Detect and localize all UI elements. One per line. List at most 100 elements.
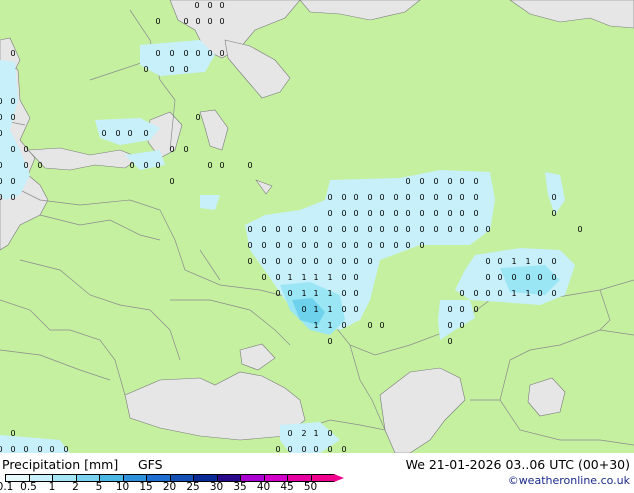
precip-marker: 0 [327, 193, 332, 202]
precip-marker: 0 [419, 209, 424, 218]
precip-marker: 0 [143, 161, 148, 170]
precip-marker: 0 [353, 241, 358, 250]
legend-label: 45 [280, 481, 294, 493]
precip-marker: 0 [275, 225, 280, 234]
precipitation-map: 0000000000000000000000000000000000000000… [0, 0, 634, 453]
precip-marker: 0 [353, 225, 358, 234]
precip-marker: 0 [459, 209, 464, 218]
precip-marker: 0 [379, 209, 384, 218]
precip-marker: 0 [169, 65, 174, 74]
precip-marker: 0 [459, 225, 464, 234]
precip-marker: 0 [551, 193, 556, 202]
precip-marker: 0 [367, 321, 372, 330]
precip-marker: 0 [195, 49, 200, 58]
precip-marker: 0 [10, 177, 15, 186]
legend-label: 2 [72, 481, 79, 493]
precip-marker: 0 [353, 209, 358, 218]
precip-marker: 0 [155, 161, 160, 170]
precip-marker: 0 [353, 289, 358, 298]
precip-marker: 0 [183, 65, 188, 74]
precip-marker: 1 [525, 289, 530, 298]
precip-marker: 0 [10, 193, 15, 202]
precip-marker: 0 [459, 321, 464, 330]
precip-marker: 0 [393, 209, 398, 218]
precip-marker: 0 [473, 289, 478, 298]
precip-marker: 0 [287, 225, 292, 234]
precip-marker: 0 [287, 445, 292, 453]
precip-marker: 0 [219, 49, 224, 58]
precip-marker: 0 [405, 209, 410, 218]
precip-marker: 0 [341, 289, 346, 298]
precip-marker: 0 [433, 225, 438, 234]
precip-marker: 0 [537, 257, 542, 266]
precip-marker: 0 [367, 209, 372, 218]
precip-marker: 1 [511, 257, 516, 266]
precip-marker: 0 [327, 225, 332, 234]
legend-overflow-arrow [334, 474, 344, 482]
credit-link[interactable]: ©weatheronline.co.uk [508, 474, 630, 488]
precip-marker: 0 [0, 445, 3, 453]
precip-marker: 0 [301, 225, 306, 234]
map-canvas: 0 0 00 0 0 0 00 0 0 0 0 0 00 0 000 00 0 0 00 0 0 00 0 0 0 0 0 0 00 0 0… [0, 0, 634, 453]
precip-marker: 0 [485, 273, 490, 282]
precip-marker: 0 [10, 145, 15, 154]
precip-marker: 0 [353, 305, 358, 314]
precip-marker: 0 [341, 193, 346, 202]
precip-marker: 0 [379, 321, 384, 330]
precip-marker: 0 [537, 289, 542, 298]
precip-marker: 0 [353, 193, 358, 202]
legend-label: 25 [186, 481, 200, 493]
precip-marker: 0 [287, 429, 292, 438]
precip-marker: 0 [275, 445, 280, 453]
precip-marker: 0 [10, 97, 15, 106]
precip-marker: 0 [405, 241, 410, 250]
precip-marker: 0 [313, 445, 318, 453]
legend-label: 0.5 [20, 481, 37, 493]
precip-marker: 0 [379, 225, 384, 234]
precip-marker: 0 [0, 97, 3, 106]
precip-marker: 0 [219, 161, 224, 170]
precip-marker: 0 [447, 209, 452, 218]
precip-marker: 0 [341, 209, 346, 218]
precip-marker: 0 [393, 225, 398, 234]
legend-label: 35 [233, 481, 247, 493]
precip-marker: 0 [155, 49, 160, 58]
precip-marker: 0 [207, 49, 212, 58]
precip-marker: 0 [261, 273, 266, 282]
precip-marker: 0 [341, 305, 346, 314]
precip-marker: 0 [313, 225, 318, 234]
precip-marker: 0 [207, 17, 212, 26]
precip-marker: 0 [327, 257, 332, 266]
precip-marker: 0 [353, 273, 358, 282]
precip-marker: 0 [367, 257, 372, 266]
precip-marker: 0 [0, 129, 3, 138]
precip-marker: 0 [497, 273, 502, 282]
precip-marker: 0 [37, 445, 42, 453]
precip-marker: 0 [301, 241, 306, 250]
precip-marker: 1 [301, 273, 306, 282]
precip-marker: 0 [341, 257, 346, 266]
precip-marker: 0 [459, 305, 464, 314]
precip-marker: 1 [327, 273, 332, 282]
precip-marker: 0 [327, 241, 332, 250]
precip-marker: 0 [447, 305, 452, 314]
precip-marker: 1 [525, 257, 530, 266]
precip-marker: 0 [127, 129, 132, 138]
precip-marker: 0 [327, 429, 332, 438]
precip-marker: 0 [183, 17, 188, 26]
precip-marker: 0 [367, 241, 372, 250]
precip-marker: 0 [247, 257, 252, 266]
precip-marker: 0 [261, 257, 266, 266]
precip-marker: 1 [327, 305, 332, 314]
precip-marker: 0 [194, 1, 199, 10]
precip-marker: 0 [247, 161, 252, 170]
precip-marker: 0 [327, 445, 332, 453]
precip-marker: 0 [195, 17, 200, 26]
precip-marker: 0 [419, 225, 424, 234]
precip-marker: 0 [485, 225, 490, 234]
precip-marker: 0 [459, 289, 464, 298]
precip-marker: 0 [341, 241, 346, 250]
legend-label: 10 [115, 481, 130, 493]
precip-marker: 0 [497, 257, 502, 266]
legend-label: 40 [256, 481, 271, 493]
